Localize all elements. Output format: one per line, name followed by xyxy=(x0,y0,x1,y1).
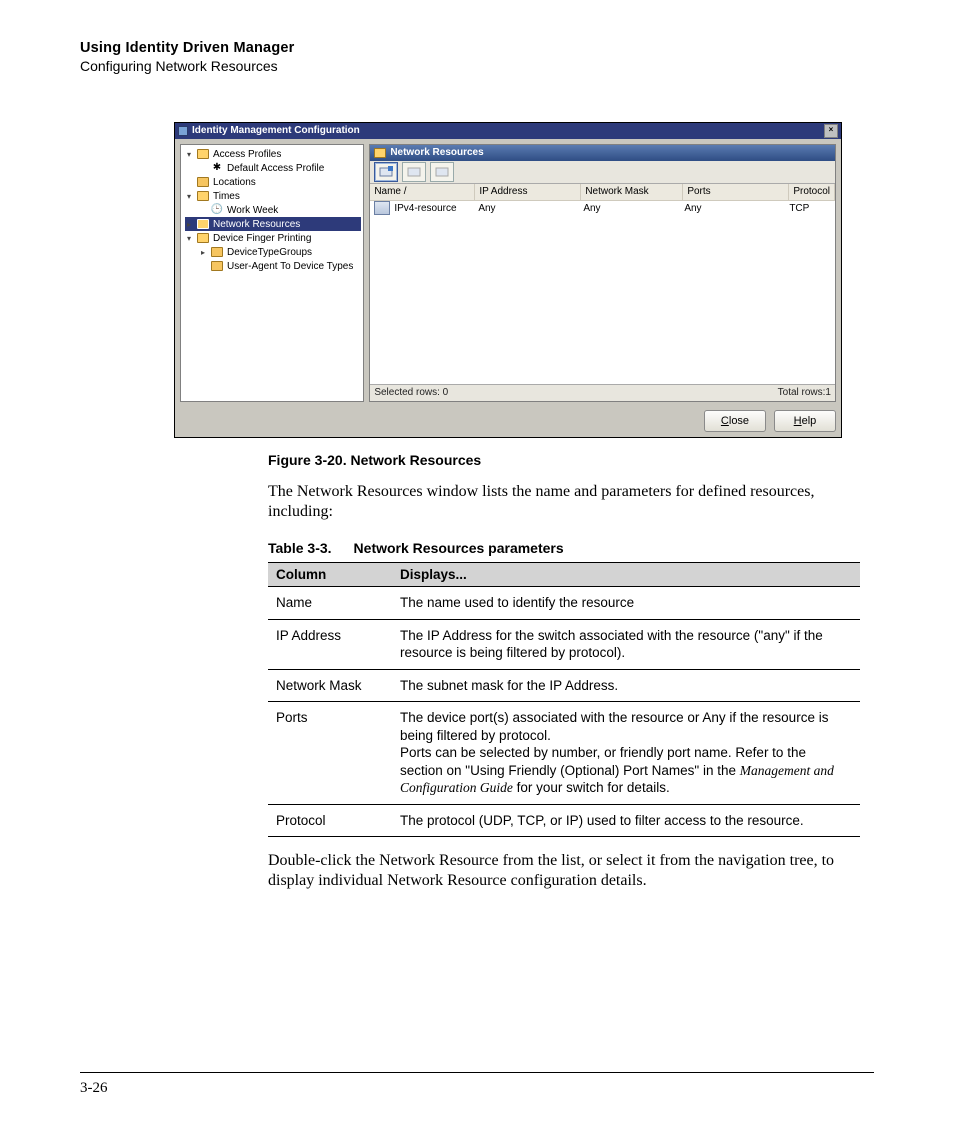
folder-icon xyxy=(211,247,223,257)
folder-icon xyxy=(211,261,223,271)
resource-grid: Name / IP Address Network Mask Ports Pro… xyxy=(370,184,835,384)
tree-item-label: Times xyxy=(213,191,240,202)
tree-item-default-access-profile[interactable]: · ✱ Default Access Profile xyxy=(199,161,361,175)
parameters-table: Column Displays... Name The name used to… xyxy=(268,562,860,837)
caret-down-icon: ▾ xyxy=(185,150,193,159)
page-header-subtitle: Configuring Network Resources xyxy=(80,58,874,74)
table-cell: The device port(s) associated with the r… xyxy=(392,702,860,805)
tree-panel: ▾ Access Profiles · ✱ Default Access Pro… xyxy=(180,144,364,402)
body-paragraph: The Network Resources window lists the n… xyxy=(268,482,860,522)
caret-down-icon: ▾ xyxy=(185,192,193,201)
table-head-displays: Displays... xyxy=(392,563,860,587)
status-total-rows: Total rows:1 xyxy=(778,387,831,401)
table-cell: Ports xyxy=(268,702,392,805)
caret-down-icon: ▾ xyxy=(185,234,193,243)
cell-ip: Any xyxy=(474,201,579,217)
column-header-name[interactable]: Name / xyxy=(370,184,475,201)
cell-mask: Any xyxy=(579,201,680,217)
window-title: Identity Management Configuration xyxy=(192,123,360,139)
caret-right-icon: ▸ xyxy=(185,220,193,229)
table-head-column: Column xyxy=(268,563,392,587)
screenshot-window: Identity Management Configuration × ▾ Ac… xyxy=(174,122,842,438)
status-bar: Selected rows: 0 Total rows:1 xyxy=(370,384,835,401)
folder-icon xyxy=(374,148,386,158)
tree-item-locations[interactable]: · Locations xyxy=(185,175,361,189)
table-cell: IP Address xyxy=(268,619,392,669)
status-selected-rows: Selected rows: 0 xyxy=(374,387,448,401)
tree-item-device-type-groups[interactable]: ▸ DeviceTypeGroups xyxy=(199,245,361,259)
tool-edit-resource[interactable] xyxy=(402,162,426,182)
gear-icon: ✱ xyxy=(211,162,223,174)
table-cell: Name xyxy=(268,587,392,620)
column-header-mask[interactable]: Network Mask xyxy=(581,184,683,201)
toolbar xyxy=(370,161,835,184)
column-header-ports[interactable]: Ports xyxy=(683,184,789,201)
figure-caption: Figure 3-20. Network Resources xyxy=(268,452,860,468)
tree-item-label: Network Resources xyxy=(213,219,300,230)
right-pane-header: Network Resources xyxy=(370,145,835,161)
cell-name: IPv4-resource xyxy=(394,203,456,214)
caret-right-icon: ▸ xyxy=(199,248,207,257)
table-cell: The protocol (UDP, TCP, or IP) used to f… xyxy=(392,804,860,837)
folder-icon xyxy=(197,177,209,187)
tree-item-label: DeviceTypeGroups xyxy=(227,247,312,258)
tree-item-label: Work Week xyxy=(227,205,278,216)
button-bar: Close Help xyxy=(180,410,836,432)
table-cell: The name used to identify the resource xyxy=(392,587,860,620)
window-close-button[interactable]: × xyxy=(824,124,838,138)
help-button[interactable]: Help xyxy=(774,410,836,432)
tree-item-label: Locations xyxy=(213,177,256,188)
tree-item-label: Default Access Profile xyxy=(227,163,324,174)
tree-item-label: User-Agent To Device Types xyxy=(227,261,353,272)
tree-item-label: Device Finger Printing xyxy=(213,233,311,244)
footer-rule xyxy=(80,1072,874,1073)
column-header-protocol[interactable]: Protocol xyxy=(789,184,835,201)
tree-item-work-week[interactable]: · 🕒 Work Week xyxy=(199,203,361,217)
cell-proto: TCP xyxy=(785,201,835,217)
cell-ports: Any xyxy=(680,201,785,217)
tree-item-times[interactable]: ▾ Times xyxy=(185,189,361,203)
folder-icon xyxy=(197,191,209,201)
window-icon xyxy=(178,126,188,136)
page-number: 3-26 xyxy=(80,1080,108,1097)
table-caption: Table 3-3.Network Resources parameters xyxy=(268,540,860,556)
table-cell: Network Mask xyxy=(268,669,392,702)
folder-icon xyxy=(197,149,209,159)
table-cell: Protocol xyxy=(268,804,392,837)
tree-item-user-agent-to-device-types[interactable]: · User-Agent To Device Types xyxy=(199,259,361,273)
body-paragraph: Double-click the Network Resource from t… xyxy=(268,851,860,891)
table-cell: The subnet mask for the IP Address. xyxy=(392,669,860,702)
resource-icon xyxy=(374,201,390,215)
close-button[interactable]: Close xyxy=(704,410,766,432)
clock-icon: 🕒 xyxy=(211,204,223,216)
column-header-ip[interactable]: IP Address xyxy=(475,184,581,201)
page-header-title: Using Identity Driven Manager xyxy=(80,40,874,56)
tree-item-network-resources[interactable]: ▸ Network Resources xyxy=(185,217,361,231)
tool-new-resource[interactable] xyxy=(374,162,398,182)
right-pane-title: Network Resources xyxy=(390,145,483,161)
table-row[interactable]: IPv4-resource Any Any Any TCP xyxy=(370,201,835,217)
right-pane: Network Resources xyxy=(369,144,836,402)
folder-icon xyxy=(197,219,209,229)
grid-header: Name / IP Address Network Mask Ports Pro… xyxy=(370,184,835,201)
folder-icon xyxy=(197,233,209,243)
tree-item-label: Access Profiles xyxy=(213,149,281,160)
tree-item-device-finger-printing[interactable]: ▾ Device Finger Printing xyxy=(185,231,361,245)
tool-delete-resource[interactable] xyxy=(430,162,454,182)
tree-item-access-profiles[interactable]: ▾ Access Profiles xyxy=(185,147,361,161)
table-cell: The IP Address for the switch associated… xyxy=(392,619,860,669)
window-titlebar: Identity Management Configuration × xyxy=(175,123,841,139)
